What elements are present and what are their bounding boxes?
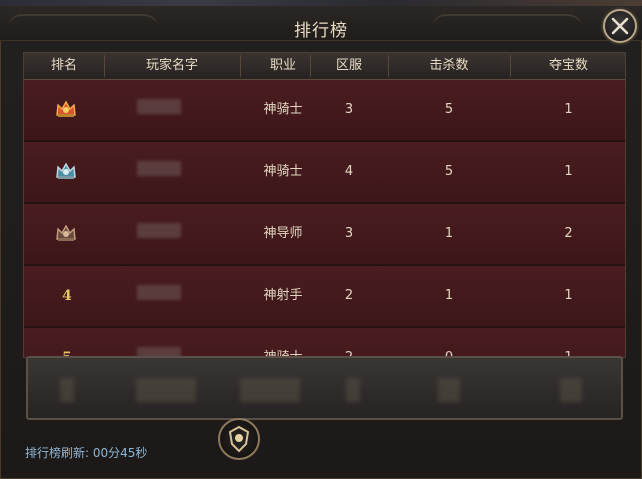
my-rank-blurred xyxy=(60,378,74,402)
kills-cell: 1 xyxy=(444,226,454,241)
close-button[interactable] xyxy=(603,9,637,43)
kills-cell: 0 xyxy=(444,350,454,358)
server-cell: 2 xyxy=(344,288,354,303)
server-cell: 3 xyxy=(344,226,354,241)
treasures-cell: 1 xyxy=(564,102,573,117)
table-row[interactable]: 神骑士 4 5 1 xyxy=(24,142,625,204)
table-row[interactable]: 4 神射手 2 1 1 xyxy=(24,266,625,328)
my-treasures-blurred xyxy=(560,378,582,402)
refresh-label: 排行榜刷新: xyxy=(25,446,90,460)
header-treasures: 夺宝数 xyxy=(548,58,588,73)
player-name-blurred xyxy=(137,223,181,238)
treasures-cell: 1 xyxy=(564,350,573,358)
table-row[interactable]: 神导师 3 1 2 xyxy=(24,204,625,266)
close-icon xyxy=(611,17,629,35)
server-cell: 2 xyxy=(344,350,354,358)
server-cell: 3 xyxy=(344,102,354,117)
rank-cell xyxy=(24,142,104,202)
server-cell: 4 xyxy=(344,164,354,179)
my-ranking-panel xyxy=(26,356,623,420)
table-header: 排名 玩家名字 职业 区服 击杀数 夺宝数 xyxy=(24,53,625,80)
rank-cell xyxy=(24,80,104,140)
refresh-timer: 排行榜刷新: 00分45秒 xyxy=(25,444,147,461)
header-rank: 排名 xyxy=(50,58,77,73)
header-player-name: 玩家名字 xyxy=(145,58,198,73)
kills-cell: 1 xyxy=(444,288,454,303)
kills-cell: 5 xyxy=(444,102,454,117)
treasures-cell: 1 xyxy=(564,164,573,179)
header-server: 区服 xyxy=(335,58,362,73)
kills-cell: 5 xyxy=(444,164,454,179)
rank-cell: 5 xyxy=(62,350,72,358)
table-row[interactable]: 5 神骑士 2 0 1 xyxy=(24,328,625,358)
treasures-cell: 2 xyxy=(564,226,573,241)
refresh-time: 00分45秒 xyxy=(92,446,148,460)
player-name-blurred xyxy=(137,285,181,300)
ranking-table[interactable]: 排名 玩家名字 职业 区服 击杀数 夺宝数 神骑士 3 5 1 神骑士 4 5 … xyxy=(23,52,626,358)
my-class-blurred xyxy=(240,378,300,402)
title-bar: 排行榜 xyxy=(0,6,642,41)
player-name-blurred xyxy=(137,161,181,176)
my-name-blurred xyxy=(136,378,196,402)
window-title: 排行榜 xyxy=(294,21,348,41)
rank-cell: 4 xyxy=(62,288,72,304)
treasures-cell: 1 xyxy=(564,288,573,303)
my-server-blurred xyxy=(346,378,360,402)
emblem-icon xyxy=(218,418,260,460)
rank-cell xyxy=(24,204,104,264)
header-kills: 击杀数 xyxy=(429,58,469,73)
my-kills-blurred xyxy=(438,378,460,402)
player-name-blurred xyxy=(137,99,181,114)
table-row[interactable]: 神骑士 3 5 1 xyxy=(24,80,625,142)
